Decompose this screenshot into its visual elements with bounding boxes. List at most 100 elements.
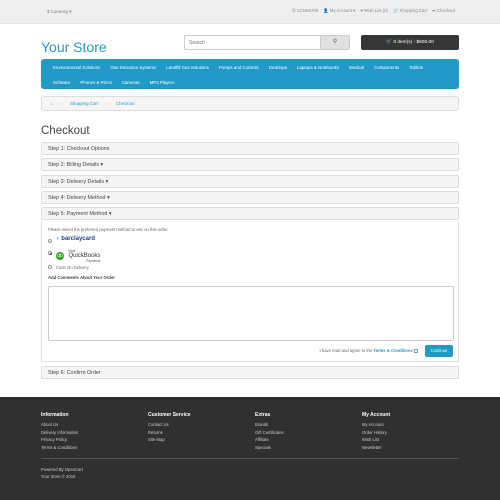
footer-link[interactable]: Newsletter [362,444,390,451]
top-bar: $ Currency ▾ ✆ 123456789 👤 My Account ▾ … [0,0,500,24]
footer-heading: Information [41,412,69,418]
footer-link[interactable]: Brands [255,421,284,428]
wishlist-text: Wish List (0) [364,8,388,13]
menu-item[interactable]: Phones & PDAs [80,80,111,85]
my-account-text: My Account ▾ [329,8,356,13]
footer-link[interactable]: Gift Certificates [255,429,284,436]
cod-label: Cash On Delivery [56,265,89,270]
phone-icon: ✆ [291,8,296,13]
footer-link[interactable]: Order History [362,429,390,436]
footer-powered: Powered By OpenCart Your Store © 2019 [41,467,83,480]
cart-icon: 🛒 [386,40,393,45]
agree-text: I have read and agree to the [319,348,373,353]
quickbooks-sublabel: Payments [86,258,101,263]
footer-link[interactable]: Returns [148,429,191,436]
search-input[interactable] [185,36,322,49]
top-links: ✆ 123456789 👤 My Account ▾ ♥ Wish List (… [292,8,455,14]
barclaycard-logo: ◗ barclaycard [56,236,95,242]
footer-heading: Extras [255,412,271,418]
step-4-header[interactable]: Step 4: Delivery Method ▾ [41,191,459,204]
menu-item[interactable]: Pumps and Controls [219,65,259,70]
menu-item[interactable]: Environmental Solutions [53,65,100,70]
breadcrumb-separator: › [106,101,108,106]
footer-link[interactable]: Wish List [362,436,390,443]
share-icon: ➦ [432,8,436,13]
step-5-header[interactable]: Step 5: Payment Method ▾ [41,207,459,220]
barclaycard-eagle-icon: ◗ [56,236,60,242]
footer-link[interactable]: Terms & Conditions [41,444,78,451]
home-icon[interactable]: ⌂ [50,101,53,106]
currency-dropdown[interactable]: $ Currency ▾ [47,9,71,15]
menu-item[interactable]: Cameras [122,80,140,85]
menu-item[interactable]: Tablets [409,65,423,70]
wishlist-link[interactable]: ♥ Wish List (0) [360,8,388,14]
quickbooks-logo: qb intuit QuickBooks Payments [56,247,100,265]
menu-item[interactable]: Software [53,80,70,85]
search-button[interactable]: ⚲ [320,36,349,49]
payment-method-panel: Please select the preferred payment meth… [41,222,459,362]
phone-text: 123456789 [296,8,319,13]
cart-icon: 🛒 [392,8,399,13]
menu-item[interactable]: MP3 Players [150,80,175,85]
breadcrumb-item[interactable]: Shopping Cart [70,101,98,106]
powered-by-text: Powered By OpenCart [41,467,83,472]
comments-textarea[interactable] [48,286,454,341]
breadcrumb-separator: › [61,101,63,106]
footer-link[interactable]: Affiliate [255,436,284,443]
agree-terms: I have read and agree to the Terms & Con… [320,348,418,353]
footer-link[interactable]: About Us [41,421,78,428]
page-title: Checkout [41,125,90,137]
checkout-text: Checkout [436,8,455,13]
footer-link[interactable]: Contact Us [148,421,191,428]
comments-label: Add Comments About Your Order [48,275,115,280]
payment-radio-quickbooks[interactable] [48,251,52,255]
checkout-link[interactable]: ➦ Checkout [432,8,455,14]
shopping-cart-link[interactable]: 🛒 Shopping Cart [393,8,427,14]
agree-checkbox[interactable] [414,348,418,353]
main-menu: Environmental Solutions Gas Detection Sy… [41,59,459,89]
continue-button[interactable]: Continue [425,345,453,357]
search-box: ⚲ [184,35,350,50]
menu-item[interactable]: Medical [349,65,364,70]
menu-row: Environmental Solutions Gas Detection Sy… [53,65,423,70]
store-logo[interactable]: Your Store [41,39,107,55]
footer-col-information: Information About Us Delivery Informatio… [41,412,78,451]
menu-item[interactable]: Desktops [269,65,287,70]
user-icon: 👤 [323,8,329,13]
footer-heading: My Account [362,412,391,418]
my-account-link[interactable]: 👤 My Account ▾ [323,8,355,14]
step-6-header[interactable]: Step 6: Confirm Order [41,366,459,379]
step-1-header[interactable]: Step 1: Checkout Options [41,142,459,155]
search-icon: ⚲ [332,39,338,45]
cart-button[interactable]: 🛒 0 item(s) - $600.00 [361,35,459,50]
payment-instruction: Please select the preferred payment meth… [48,227,169,232]
heart-icon: ♥ [360,8,363,13]
footer-col-extras: Extras Brands Gift Certificates Affiliat… [255,412,284,451]
menu-item[interactable]: Gas Detection Systems [110,65,156,70]
phone-link[interactable]: ✆ 123456789 [292,8,318,14]
breadcrumb-item[interactable]: Checkout [116,101,135,106]
footer-divider [41,458,459,459]
menu-item[interactable]: LandfIll Gas Solutions [166,65,209,70]
footer-link[interactable]: Delivery Information [41,429,78,436]
quickbooks-label: QuickBooks [68,252,101,259]
menu-item[interactable]: Components [374,65,399,70]
step-2-header[interactable]: Step 2: Billing Details ▾ [41,158,459,171]
barclaycard-label: barclaycard [61,236,95,242]
footer-link[interactable]: My Account [362,421,390,428]
menu-item[interactable]: Laptops & Notebooks [297,65,339,70]
shopping-cart-text: Shopping Cart [399,8,428,13]
copyright-text: Your Store © 2019 [41,473,76,479]
footer-col-my-account: My Account My Account Order History Wish… [362,412,390,451]
payment-radio-barclaycard[interactable] [48,239,52,243]
menu-row: Software Phones & PDAs Cameras MP3 Playe… [53,80,175,85]
payment-radio-cod[interactable] [48,265,52,269]
terms-link[interactable]: Terms & Conditions [373,348,412,353]
footer-link[interactable]: Site Map [148,436,191,443]
footer-link[interactable]: Privacy Policy [41,436,78,443]
step-3-header[interactable]: Step 3: Delivery Details ▾ [41,175,459,188]
footer: Information About Us Delivery Informatio… [0,397,500,500]
cart-button-label: 0 item(s) - $600.00 [393,40,434,45]
footer-link[interactable]: Specials [255,444,284,451]
quickbooks-icon: qb [56,251,64,260]
